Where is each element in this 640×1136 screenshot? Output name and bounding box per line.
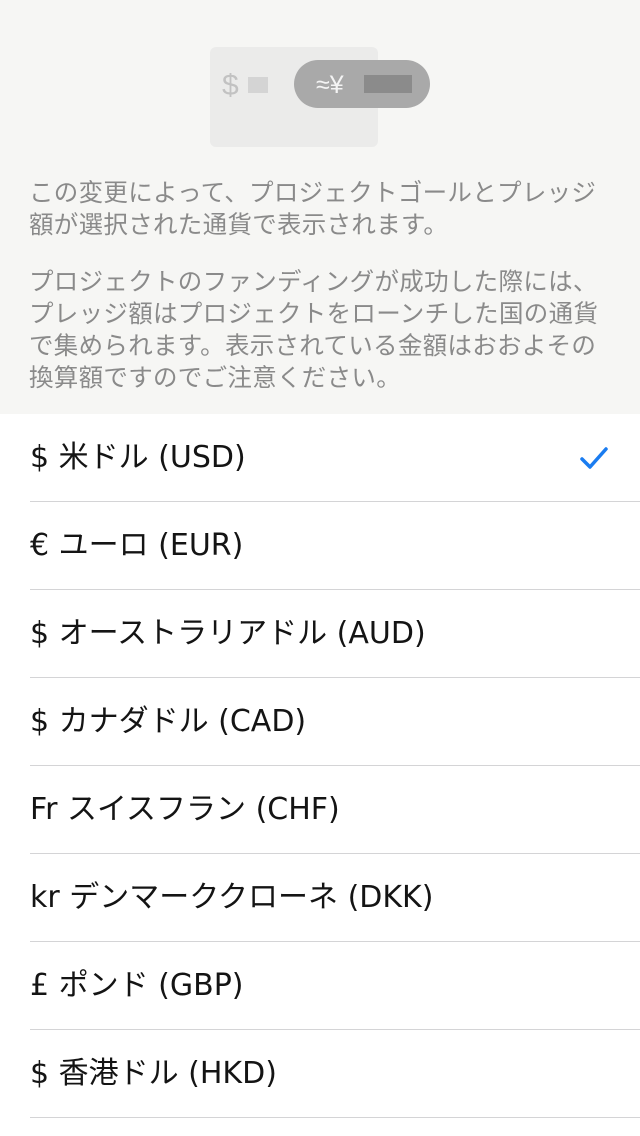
currency-label: $ 米ドル (USD) <box>30 440 246 475</box>
currency-row-gbp[interactable]: £ ポンド (GBP) <box>0 942 640 1030</box>
illustration-dollar-symbol: $ <box>222 69 239 102</box>
currency-label: $ オーストラリアドル (AUD) <box>30 616 426 651</box>
info-paragraph-display: この変更によって、プロジェクトゴールとプレッジ額が選択された通貨で表示されます。 <box>29 178 597 239</box>
currency-row-eur[interactable]: € ユーロ (EUR) <box>0 502 640 590</box>
illustration-amount-placeholder <box>248 77 268 93</box>
currency-list: $ 米ドル (USD) € ユーロ (EUR) $ オーストラリアドル (AUD… <box>0 414 640 1118</box>
currency-conversion-illustration: $ ≈¥ <box>0 0 640 160</box>
currency-label: $ カナダドル (CAD) <box>30 704 307 739</box>
currency-row-usd[interactable]: $ 米ドル (USD) <box>0 414 640 502</box>
currency-row-cad[interactable]: $ カナダドル (CAD) <box>0 678 640 766</box>
currency-row-aud[interactable]: $ オーストラリアドル (AUD) <box>0 590 640 678</box>
currency-row-chf[interactable]: Fr スイスフラン (CHF) <box>0 766 640 854</box>
illustration-converted-amount-placeholder <box>364 75 412 93</box>
info-paragraph-funding: プロジェクトのファンディングが成功した際には、プレッジ額はプロジェクトをローンチ… <box>29 267 599 392</box>
currency-row-dkk[interactable]: kr デンマーククローネ (DKK) <box>0 854 640 942</box>
currency-row-hkd[interactable]: $ 香港ドル (HKD) <box>0 1030 640 1118</box>
checkmark-icon <box>580 447 608 469</box>
currency-label: £ ポンド (GBP) <box>30 968 244 1003</box>
illustration-yen-symbol: ≈¥ <box>316 71 344 99</box>
currency-label: € ユーロ (EUR) <box>30 528 244 563</box>
currency-info-header: $ ≈¥ この変更によって、プロジェクトゴールとプレッジ額が選択された通貨で表示… <box>0 0 640 414</box>
currency-label: Fr スイスフラン (CHF) <box>30 792 340 827</box>
currency-label: kr デンマーククローネ (DKK) <box>30 880 434 915</box>
currency-label: $ 香港ドル (HKD) <box>30 1056 277 1091</box>
